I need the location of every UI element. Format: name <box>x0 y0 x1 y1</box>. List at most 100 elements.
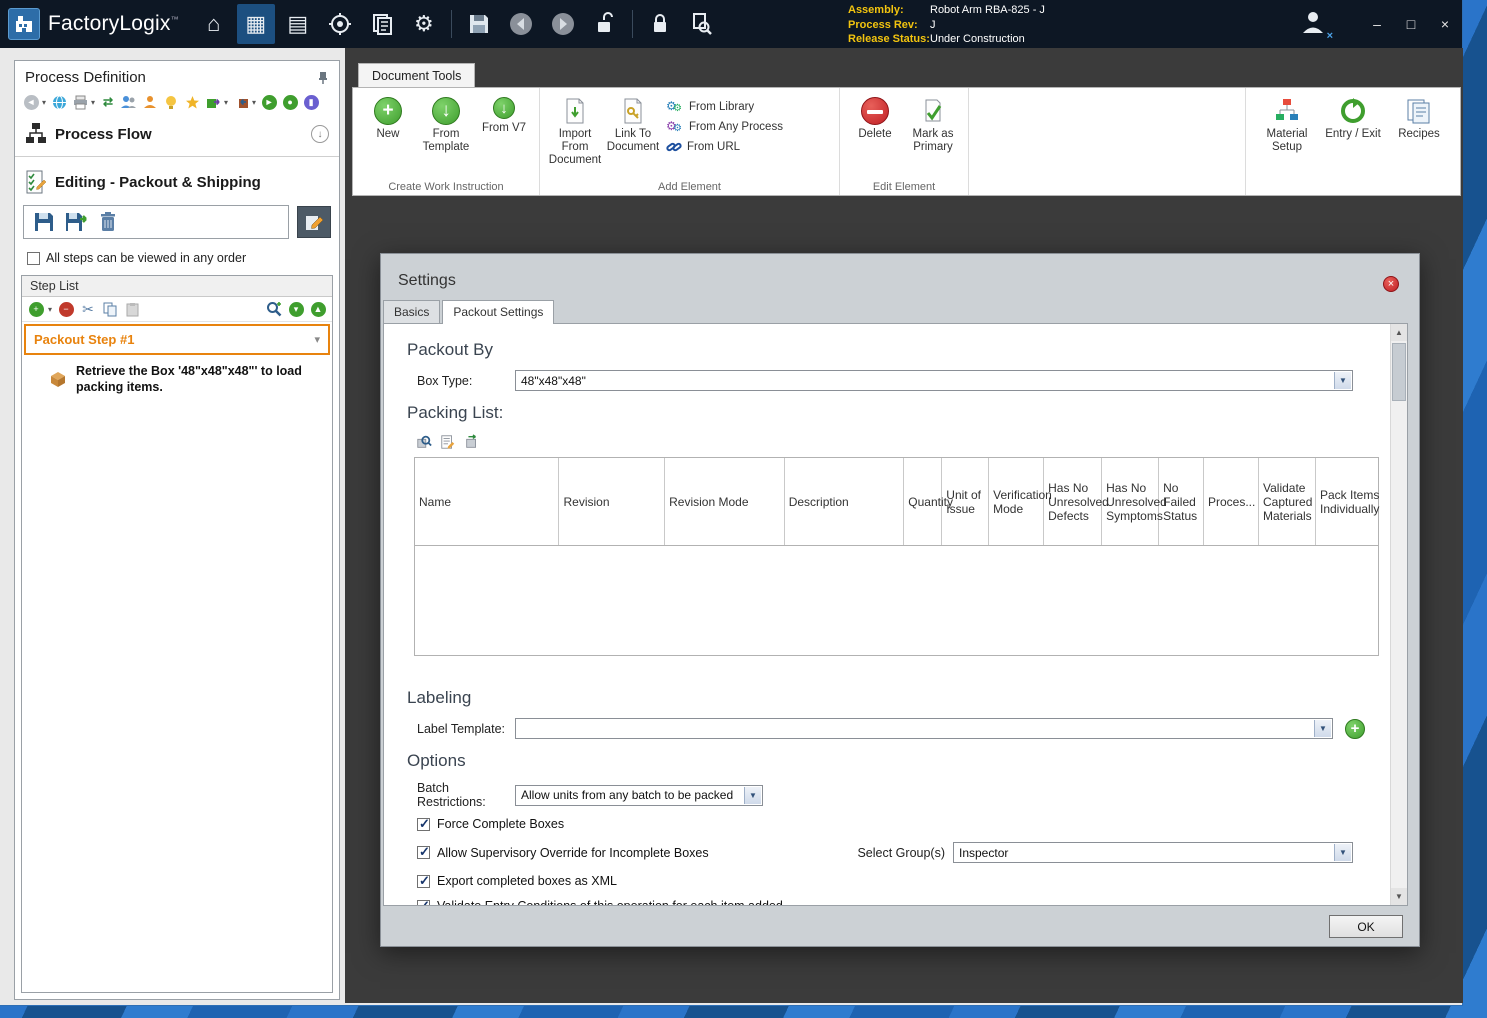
nav-back-button[interactable]: ◄ <box>23 94 39 110</box>
dialog-scrollbar[interactable]: ▲ ▼ <box>1390 324 1407 905</box>
from-any-process-button[interactable]: ⚙ ⚙ From Any Process <box>666 119 783 135</box>
process-flow-row[interactable]: Process Flow ↓ <box>15 116 339 152</box>
column-header[interactable]: Has No Unresolved Defects <box>1044 458 1109 545</box>
from-v7-button[interactable]: ↓ From V7 <box>475 93 533 135</box>
unlock-button[interactable] <box>586 4 624 44</box>
find-material-button[interactable] <box>415 433 433 451</box>
delete-button[interactable]: Delete <box>846 93 904 141</box>
dialog-close-button[interactable]: × <box>1383 276 1399 292</box>
column-header[interactable]: Revision Mode <box>665 458 785 545</box>
edit-work-instruction-button[interactable] <box>297 206 331 238</box>
from-library-button[interactable]: ⚙ ⚙ From Library <box>666 99 783 115</box>
collapse-steps-button[interactable]: ▲ <box>310 301 326 317</box>
find-step-button[interactable] <box>266 301 282 317</box>
delete-instruction-button[interactable] <box>94 209 122 235</box>
edit-list-button[interactable] <box>439 433 457 451</box>
column-header[interactable]: Unit of Issue <box>942 458 990 545</box>
close-window-button[interactable]: × <box>1436 16 1454 32</box>
link-to-document-button[interactable]: Link To Document <box>604 93 662 154</box>
process-documents-button[interactable]: ▤ <box>279 4 317 44</box>
view-any-order-checkbox[interactable] <box>27 251 40 265</box>
paste-step-button[interactable] <box>124 301 140 317</box>
scrollbar-thumb[interactable] <box>1392 343 1406 401</box>
collapse-panel-icon[interactable]: ↓ <box>311 125 329 143</box>
cut-step-button[interactable]: ✂ <box>80 301 96 317</box>
column-header[interactable]: Revision <box>559 458 666 545</box>
column-header[interactable]: Pack Items Individually <box>1316 458 1379 545</box>
reports-button[interactable] <box>363 4 401 44</box>
step-description-row[interactable]: Retrieve the Box '48"x48"x48"' to load p… <box>22 357 332 401</box>
copy-step-button[interactable] <box>102 301 118 317</box>
print-button[interactable] <box>72 94 88 110</box>
step-item-packout-step-1[interactable]: Packout Step #1 ▾ <box>24 324 330 355</box>
sync-button[interactable]: ⇄ <box>100 94 116 110</box>
column-header[interactable]: Validate Captured Materials <box>1259 458 1316 545</box>
print-caret-icon[interactable]: ▾ <box>91 98 95 107</box>
user-sign-out-button[interactable]: × <box>1300 9 1333 42</box>
add-label-template-button[interactable]: + <box>1345 718 1365 739</box>
column-header[interactable]: Description <box>785 458 905 545</box>
person-button[interactable] <box>142 94 158 110</box>
export-button[interactable] <box>205 94 221 110</box>
scroll-up-button[interactable]: ▲ <box>1391 324 1407 341</box>
work-instructions-button[interactable]: ▦ <box>236 4 275 44</box>
chevron-down-icon[interactable]: ▾ <box>314 333 320 346</box>
audit-search-button[interactable] <box>683 4 721 44</box>
pause-button[interactable]: ▮ <box>303 94 319 110</box>
from-template-button[interactable]: ↓ From Template <box>417 93 475 154</box>
save-button[interactable] <box>460 4 498 44</box>
import-from-document-button[interactable]: Import From Document <box>546 93 604 167</box>
column-header[interactable]: Name <box>415 458 560 545</box>
entry-exit-button[interactable]: Entry / Exit <box>1320 93 1386 190</box>
column-header[interactable]: Verification Mode <box>989 458 1052 545</box>
column-header[interactable]: Proces... <box>1204 458 1259 545</box>
settings-button[interactable]: ⚙ <box>405 4 443 44</box>
notification-button[interactable] <box>163 94 179 110</box>
force-complete-boxes-checkbox[interactable] <box>417 816 430 832</box>
home-button[interactable]: ⌂ <box>195 4 233 44</box>
minimize-button[interactable]: – <box>1368 16 1386 32</box>
validate-entry-conditions-checkbox[interactable] <box>417 898 430 905</box>
tab-packout-settings[interactable]: Packout Settings <box>442 300 555 324</box>
tab-document-tools[interactable]: Document Tools <box>358 63 476 87</box>
box-type-dropdown[interactable]: 48"x48"x48" ▼ <box>515 370 1353 391</box>
from-url-button[interactable]: From URL <box>666 139 783 155</box>
new-button[interactable]: + New <box>359 93 417 141</box>
team-button[interactable] <box>121 94 137 110</box>
award-button[interactable] <box>184 94 200 110</box>
tab-basics[interactable]: Basics <box>383 300 441 324</box>
back-button[interactable] <box>502 4 540 44</box>
add-step-button[interactable]: + <box>28 301 44 317</box>
refresh-list-button[interactable] <box>463 433 481 451</box>
forward-button[interactable] <box>544 4 582 44</box>
run-button[interactable]: ► <box>261 94 277 110</box>
export-caret-icon[interactable]: ▾ <box>224 98 228 107</box>
nav-back-caret-icon[interactable]: ▾ <box>42 98 46 107</box>
save-instruction-button[interactable] <box>30 209 58 235</box>
import-button[interactable] <box>233 94 249 110</box>
pin-icon[interactable] <box>317 71 329 85</box>
remove-step-button[interactable]: − <box>58 301 74 317</box>
import-caret-icon[interactable]: ▾ <box>252 98 256 107</box>
import-instruction-button[interactable] <box>62 209 90 235</box>
material-setup-button[interactable]: Material Setup <box>1254 93 1320 190</box>
supervisory-override-checkbox[interactable] <box>417 844 430 860</box>
ok-button[interactable]: OK <box>1329 915 1403 938</box>
maximize-button[interactable]: □ <box>1402 16 1420 32</box>
mark-as-primary-button[interactable]: Mark as Primary <box>904 93 962 154</box>
export-xml-checkbox[interactable] <box>417 873 430 889</box>
web-button[interactable] <box>51 94 67 110</box>
scroll-down-button[interactable]: ▼ <box>1391 888 1407 905</box>
column-header[interactable]: Quantity <box>904 458 953 545</box>
add-step-caret-icon[interactable]: ▾ <box>48 305 52 314</box>
lock-button[interactable] <box>641 4 679 44</box>
expand-steps-button[interactable]: ▾ <box>288 301 304 317</box>
navigator-button[interactable] <box>321 4 359 44</box>
label-template-dropdown[interactable]: ▼ <box>515 718 1333 739</box>
column-header[interactable]: No Failed Status <box>1159 458 1204 545</box>
select-groups-dropdown[interactable]: Inspector ▼ <box>953 842 1353 863</box>
recipes-button[interactable]: Recipes <box>1386 93 1452 190</box>
batch-restrictions-dropdown[interactable]: Allow units from any batch to be packed … <box>515 784 763 806</box>
column-header[interactable]: Has No Unresolved Symptoms <box>1102 458 1167 545</box>
record-button[interactable]: ● <box>282 94 298 110</box>
